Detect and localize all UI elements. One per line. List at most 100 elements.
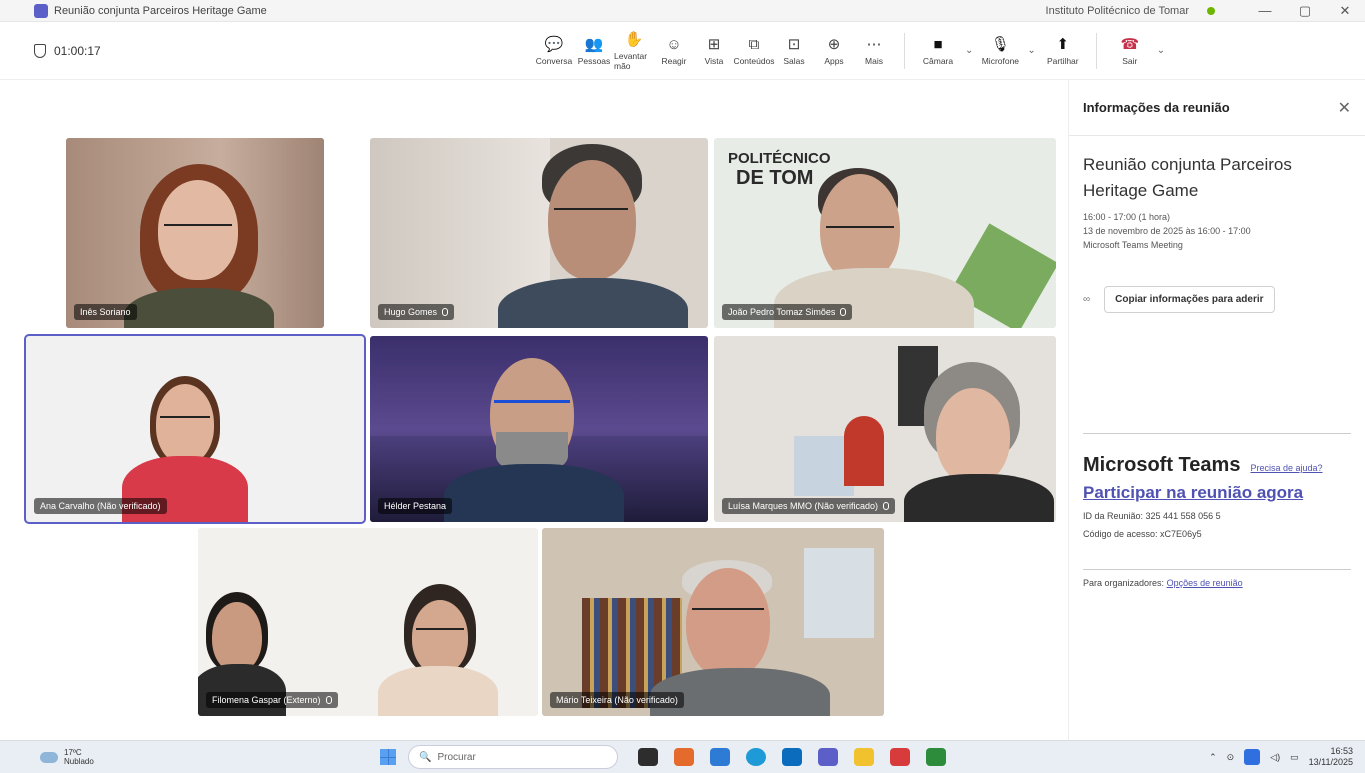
search-placeholder: Procurar	[437, 751, 476, 763]
volume-icon[interactable]: ◁)	[1270, 752, 1280, 763]
leave-options-chevron-icon[interactable]: ⌄	[1157, 45, 1165, 56]
participant-nameplate: Hugo Gomes	[378, 304, 455, 320]
shield-icon	[34, 43, 46, 58]
outlook-icon[interactable]	[782, 748, 802, 766]
microphone-icon	[325, 696, 332, 704]
teams-heading: Microsoft Teams	[1083, 454, 1241, 476]
camera-label: Câmara	[922, 56, 954, 66]
toolbar-button-share[interactable]: ⧉ Conteúdos	[733, 35, 774, 67]
meeting-options-link[interactable]: Opções de reunião	[1167, 578, 1243, 588]
leave-button[interactable]: ☎ Sair	[1107, 35, 1153, 66]
toolbar-button-label: Vista	[704, 56, 724, 66]
video-tile[interactable]: Inês Soriano	[66, 138, 324, 328]
chevron-up-icon[interactable]: ⌃	[1209, 752, 1217, 763]
minimize-button[interactable]: —	[1245, 3, 1285, 18]
toolbar-button-label: Mais	[865, 56, 883, 66]
taskbar-search[interactable]: 🔍 Procurar	[408, 745, 618, 769]
task-view-icon[interactable]	[638, 748, 658, 766]
meeting-controls: 💬 Conversa 👥 Pessoas ✋ Levantar mão ☺ Reagir ⊞ Vi…	[534, 30, 894, 71]
video-tile[interactable]: POLITÉCNICO DE TOM João Pedro Tomaz Simõ…	[714, 138, 1056, 328]
participant-nameplate: Mário Teixeira (Não verificado)	[550, 692, 684, 708]
hand-icon: ✋	[624, 31, 644, 48]
microphone-options-chevron-icon[interactable]: ⌄	[1027, 45, 1035, 56]
toolbar-button-people[interactable]: 👥 Pessoas	[574, 35, 614, 66]
share-button[interactable]: ⬆ Partilhar	[1040, 35, 1086, 66]
windows-taskbar: 17ºC Nublado 🔍 Procurar ⌃ ⊙ ◁) ▭ 16:53 1…	[0, 740, 1365, 773]
teams-app-icon	[34, 3, 48, 18]
video-tile[interactable]: Hélder Pestana	[370, 336, 708, 522]
camera-options-chevron-icon[interactable]: ⌄	[965, 45, 973, 56]
firefox-icon[interactable]	[674, 748, 694, 766]
excel-icon[interactable]	[926, 748, 946, 766]
chat-icon: 💬	[544, 36, 564, 53]
backdrop-banner: POLITÉCNICO DE TOM	[728, 150, 831, 190]
meeting-timer: 01:00:17	[34, 43, 534, 58]
download-icon[interactable]	[1244, 749, 1261, 765]
video-gallery: Inês Soriano Hugo Gomes POLITÉCNICO DE T…	[0, 80, 1068, 740]
video-tile[interactable]: Ana Carvalho (Não verificado)	[24, 334, 366, 524]
network-icon[interactable]: ⊙	[1227, 752, 1235, 763]
join-meeting-link[interactable]: Participar na reunião agora	[1083, 483, 1351, 503]
toolbar-button-rooms[interactable]: ⊡ Salas	[774, 35, 814, 66]
video-tile[interactable]: Mário Teixeira (Não verificado)	[542, 528, 884, 716]
participant-nameplate: Inês Soriano	[74, 304, 137, 320]
toolbar-button-apps[interactable]: ⊕ Apps	[814, 35, 854, 66]
toolbar-button-more[interactable]: ⋯ Mais	[854, 35, 894, 66]
panel-title: Informações da reunião	[1083, 100, 1230, 115]
close-window-button[interactable]: ✕	[1325, 3, 1365, 19]
search-icon: 🔍	[419, 751, 432, 763]
teams-section-header: Microsoft Teams Precisa de ajuda?	[1083, 454, 1351, 477]
edge-icon[interactable]	[746, 748, 766, 766]
participant-nameplate: João Pedro Tomaz Simões	[722, 304, 853, 320]
video-tile[interactable]: Filomena Gaspar (Externo)	[198, 528, 538, 716]
toolbar-button-label: Apps	[824, 56, 844, 66]
window-titlebar: Reunião conjunta Parceiros Heritage Game…	[0, 0, 1365, 22]
toolbar-button-chat[interactable]: 💬 Conversa	[534, 35, 574, 66]
mail-icon[interactable]	[710, 748, 730, 766]
clock-date: 13/11/2025	[1308, 757, 1353, 767]
copy-join-info-button[interactable]: Copiar informações para aderir	[1104, 286, 1275, 313]
toolbar-button-label: Salas	[783, 56, 805, 66]
maximize-button[interactable]: ▢	[1285, 3, 1325, 19]
toolbar-button-label: Levantar mão	[614, 51, 648, 71]
meeting-time: 16:00 - 17:00 (1 hora)	[1083, 212, 1171, 222]
weather-condition: Nublado	[64, 757, 94, 766]
camera-button[interactable]: ■ Câmara	[915, 35, 961, 67]
help-link[interactable]: Precisa de ajuda?	[1250, 463, 1322, 473]
taskbar-clock[interactable]: 16:53 13/11/2025	[1309, 746, 1353, 768]
participant-nameplate: Filomena Gaspar (Externo)	[206, 692, 338, 708]
share-screen-icon: ⬆	[1056, 36, 1070, 53]
organizer-options: Para organizadores: Opções de reunião	[1083, 578, 1351, 588]
clock-time: 16:53	[1330, 746, 1353, 756]
microphone-label: Microfone	[981, 56, 1020, 66]
toolbar-button-grid[interactable]: ⊞ Vista	[694, 35, 734, 66]
toolbar-button-label: Reagir	[661, 56, 687, 66]
app-icon[interactable]	[890, 748, 910, 766]
timer-value: 01:00:17	[54, 43, 101, 58]
battery-icon[interactable]: ▭	[1290, 752, 1299, 763]
microphone-button[interactable]: 🎙 Microfone	[977, 35, 1023, 66]
video-tile[interactable]: Luísa Marques MMO (Não verificado)	[714, 336, 1056, 522]
organization-name[interactable]: Instituto Politécnico de Tomar	[1046, 5, 1189, 17]
toolbar-button-hand[interactable]: ✋ Levantar mão	[614, 30, 654, 71]
meeting-info-panel: Informações da reunião ✕ Reunião conjunt…	[1068, 80, 1365, 740]
window-title: Reunião conjunta Parceiros Heritage Game	[54, 4, 267, 17]
close-icon[interactable]: ✕	[1338, 98, 1351, 118]
toolbar-button-emoji[interactable]: ☺ Reagir	[654, 35, 694, 67]
start-button[interactable]	[380, 749, 396, 765]
meeting-title: Reunião conjunta Parceiros Heritage Game	[1083, 155, 1292, 200]
toolbar-button-label: Pessoas	[577, 56, 611, 66]
people-icon: 👥	[584, 36, 604, 53]
microphone-icon	[442, 308, 449, 316]
presence-status-icon	[1207, 6, 1215, 15]
microphone-icon	[840, 308, 847, 316]
teams-icon[interactable]	[818, 748, 838, 766]
file-explorer-icon[interactable]	[854, 748, 874, 766]
weather-widget[interactable]: 17ºC Nublado	[40, 748, 380, 766]
participant-name: Ana Carvalho (Não verificado)	[40, 501, 161, 511]
panel-header: Informações da reunião ✕	[1069, 80, 1365, 136]
participant-name: Mário Teixeira (Não verificado)	[556, 695, 678, 705]
copy-info-row: ∞ Copiar informações para aderir	[1083, 286, 1351, 313]
video-tile[interactable]: Hugo Gomes	[370, 138, 708, 328]
meeting-date: 13 de novembro de 2025 às 16:00 - 17:00	[1083, 226, 1251, 236]
